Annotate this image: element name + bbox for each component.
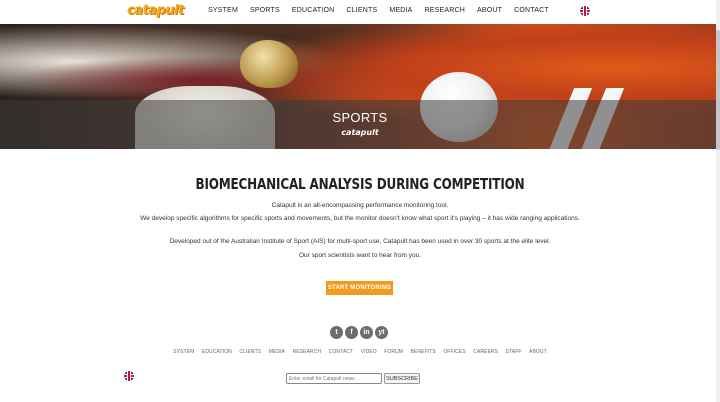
nav-about[interactable]: ABOUT [477,7,502,14]
footer-link-media[interactable]: MEDIA [269,349,285,355]
nav-sports[interactable]: SPORTS [250,7,280,14]
footer-link-system[interactable]: SYSTEM [173,349,194,355]
footer-nav: SYSTEM EDUCATION CLIENTS MEDIA RESEARCH … [0,349,720,355]
hero-title: SPORTS [332,110,388,125]
footer-link-about[interactable]: ABOUT [529,349,547,355]
contact-paragraph: Our sport scientists want to hear from y… [298,252,422,259]
footer-link-staff[interactable]: STAFF [506,349,522,355]
algorithms-paragraph: We develop specific algorithms for speci… [140,215,580,222]
nav-clients[interactable]: CLIENTS [346,7,377,14]
nav-media[interactable]: MEDIA [389,7,412,14]
footer-link-research[interactable]: RESEARCH [293,349,322,355]
ais-paragraph: Developed out of the Australian Institut… [169,238,551,245]
twitter-icon[interactable]: t [330,326,343,339]
linkedin-icon[interactable]: in [360,326,373,339]
hero-photo-helmet [240,40,298,88]
footer-link-contact[interactable]: CONTACT [329,349,354,355]
catapult-logo[interactable]: catapult [127,3,184,18]
social-links: t f in yt [330,326,388,339]
nav-system[interactable]: SYSTEM [208,7,238,14]
footer-link-forum[interactable]: FORUM [384,349,403,355]
scrollbar-thumb[interactable] [716,30,720,150]
footer-link-education[interactable]: EDUCATION [202,349,232,355]
footer-link-offices[interactable]: OFFICES [443,349,465,355]
page-headline: BIOMECHANICAL ANALYSIS DURING COMPETITIO… [195,175,525,193]
uk-flag-icon[interactable] [580,6,590,16]
intro-paragraph: Catapult is an all-encompassing performa… [271,202,449,209]
start-monitoring-button[interactable]: START MONITORING [326,281,393,295]
footer-link-video[interactable]: VIDEO [361,349,377,355]
main-nav: SYSTEM SPORTS EDUCATION CLIENTS MEDIA RE… [208,7,561,14]
newsletter-signup: Enter email for Catapult news SUBSCRIBE [286,373,420,384]
hero-banner: SPORTS catapult [0,24,720,149]
hero-logo: catapult [341,128,379,137]
footer-link-clients[interactable]: CLIENTS [239,349,261,355]
nav-research[interactable]: RESEARCH [425,7,466,14]
subscribe-button[interactable]: SUBSCRIBE [384,373,420,384]
footer-link-careers[interactable]: CAREERS [473,349,498,355]
footer-link-benefits[interactable]: BENEFITS [411,349,436,355]
nav-contact[interactable]: CONTACT [514,7,549,14]
facebook-icon[interactable]: f [345,326,358,339]
uk-flag-icon[interactable] [124,371,134,381]
email-input[interactable]: Enter email for Catapult news [286,373,382,384]
nav-education[interactable]: EDUCATION [292,7,335,14]
top-navbar: catapult SYSTEM SPORTS EDUCATION CLIENTS… [0,0,720,24]
youtube-icon[interactable]: yt [375,326,388,339]
